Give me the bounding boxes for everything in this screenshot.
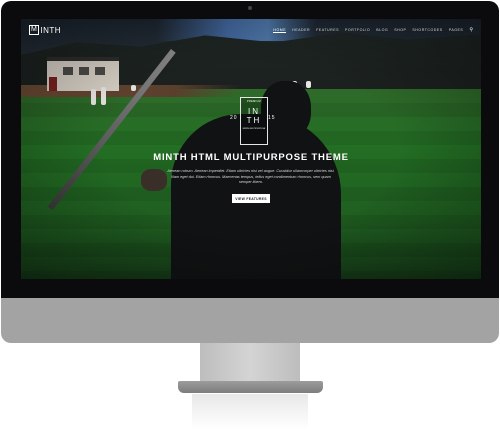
nav-item-features[interactable]: FEATURES — [316, 28, 339, 32]
screen: M INTH HOME HEADER FEATURES PORTFOLIO BLO… — [21, 19, 481, 279]
site-logo[interactable]: M INTH — [29, 25, 61, 35]
emblem-line-2: TH — [246, 116, 262, 125]
logo-mark: M — [29, 25, 40, 35]
main-nav: HOME HEADER FEATURES PORTFOLIO BLOG SHOP… — [273, 27, 473, 33]
emblem-bottom-text: MINTH MULTIPURPOSE — [242, 128, 266, 130]
nav-item-pages[interactable]: PAGES — [449, 28, 464, 32]
year-left: 20 — [230, 115, 238, 121]
hero-subtext: Aenean rutrum. Aenean imperdiet. Etiam u… — [167, 169, 335, 184]
nav-item-portfolio[interactable]: PORTFOLIO — [345, 28, 370, 32]
logo-text: INTH — [40, 25, 62, 35]
nav-item-shop[interactable]: SHOP — [394, 28, 406, 32]
nav-item-header[interactable]: HEADER — [292, 28, 310, 32]
monitor-stand-base — [178, 381, 323, 393]
view-features-button[interactable]: VIEW FEATURES — [232, 194, 270, 203]
nav-item-shortcodes[interactable]: SHORTCODES — [412, 28, 442, 32]
emblem-top-text: PREMIUM — [247, 100, 261, 103]
hero-headline: MINTH HTML MULTIPURPOSE THEME — [153, 152, 349, 163]
monitor-chin — [1, 298, 499, 343]
nav-item-home[interactable]: HOME — [273, 28, 287, 33]
year-right: 15 — [268, 115, 276, 121]
stand-reflection — [192, 394, 308, 430]
monitor-stand-neck — [200, 343, 300, 383]
hero-emblem: PREMIUM IN TH MINTH MULTIPURPOSE — [240, 97, 268, 145]
monitor-bezel: M INTH HOME HEADER FEATURES PORTFOLIO BLO… — [1, 1, 499, 298]
nav-item-blog[interactable]: BLOG — [376, 28, 388, 32]
search-icon[interactable]: ⚲ — [469, 27, 473, 33]
emblem-line-1: IN — [248, 107, 260, 116]
vignette-overlay — [21, 19, 481, 279]
camera-dot — [248, 6, 252, 10]
